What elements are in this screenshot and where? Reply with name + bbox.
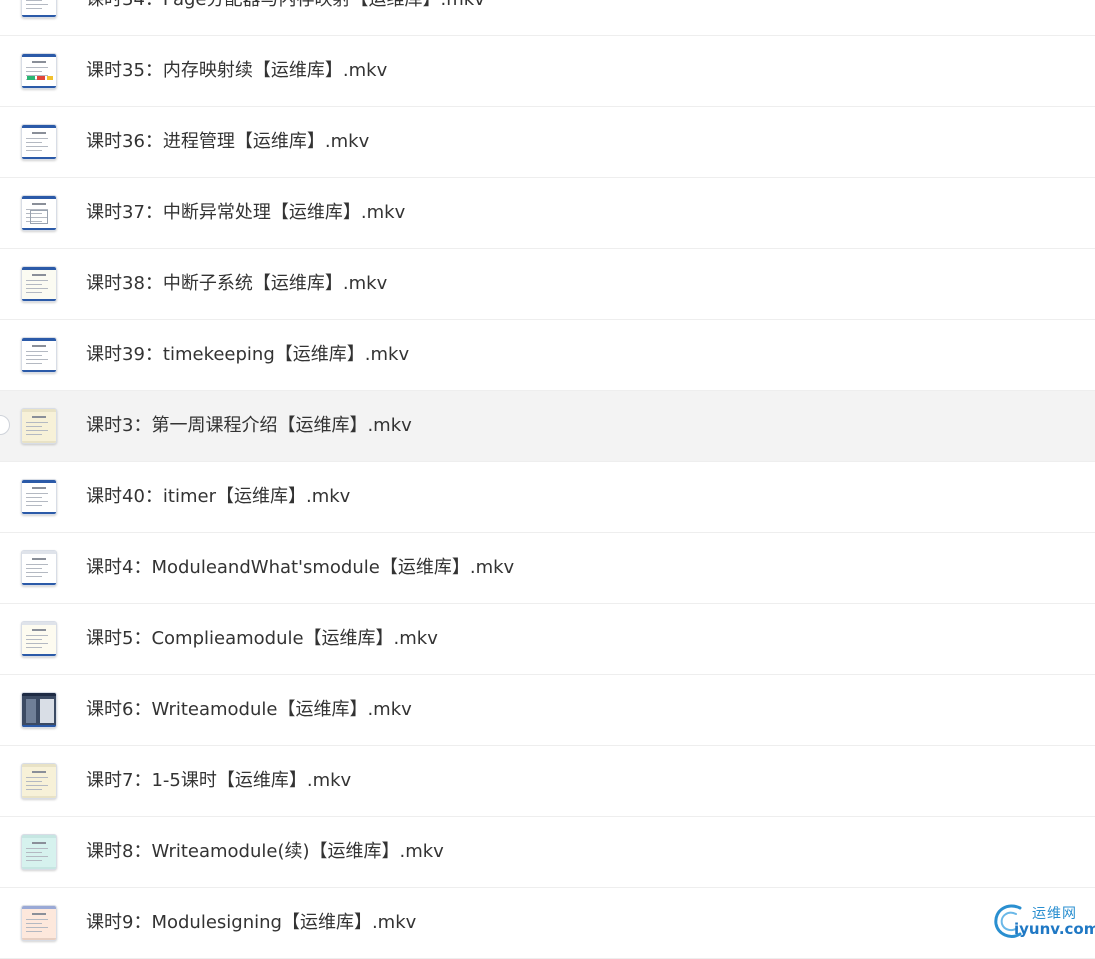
file-name[interactable]: 课时6：Writeamodule【运维库】.mkv bbox=[86, 675, 412, 745]
video-thumbnail-icon bbox=[21, 692, 57, 728]
file-row[interactable]: 课时8：Writeamodule(续)【运维库】.mkv bbox=[0, 817, 1095, 888]
file-name[interactable]: 课时8：Writeamodule(续)【运维库】.mkv bbox=[86, 817, 444, 887]
video-thumbnail-icon bbox=[21, 124, 57, 160]
file-row[interactable]: 课时9：Modulesigning【运维库】.mkv bbox=[0, 888, 1095, 959]
file-row[interactable]: 课时39：timekeeping【运维库】.mkv bbox=[0, 320, 1095, 391]
video-thumbnail-icon bbox=[21, 408, 57, 444]
file-row[interactable]: 课时5：Complieamodule【运维库】.mkv bbox=[0, 604, 1095, 675]
file-row[interactable]: 课时35：内存映射续【运维库】.mkv bbox=[0, 36, 1095, 107]
watermark-logo: 运维网 iyunv.com bbox=[990, 898, 1095, 942]
video-thumbnail-icon bbox=[21, 53, 57, 89]
watermark-en-text: iyunv.com bbox=[1014, 920, 1095, 938]
file-row[interactable]: 课时4：ModuleandWhat'smodule【运维库】.mkv bbox=[0, 533, 1095, 604]
file-name[interactable]: 课时39：timekeeping【运维库】.mkv bbox=[86, 320, 409, 390]
file-name[interactable]: 课时5：Complieamodule【运维库】.mkv bbox=[86, 604, 438, 674]
file-name[interactable]: 课时35：内存映射续【运维库】.mkv bbox=[86, 36, 387, 106]
file-row[interactable]: 课时36：进程管理【运维库】.mkv bbox=[0, 107, 1095, 178]
video-thumbnail-icon bbox=[21, 337, 57, 373]
video-thumbnail-icon bbox=[21, 0, 57, 18]
video-thumbnail-icon bbox=[21, 550, 57, 586]
video-thumbnail-icon bbox=[21, 479, 57, 515]
video-thumbnail-icon bbox=[21, 621, 57, 657]
file-name[interactable]: 课时40：itimer【运维库】.mkv bbox=[86, 462, 350, 532]
video-thumbnail-icon bbox=[21, 763, 57, 799]
video-thumbnail-icon bbox=[21, 905, 57, 941]
file-name[interactable]: 课时38：中断子系统【运维库】.mkv bbox=[86, 249, 387, 319]
file-name[interactable]: 课时36：进程管理【运维库】.mkv bbox=[86, 107, 369, 177]
file-name[interactable]: 课时4：ModuleandWhat'smodule【运维库】.mkv bbox=[86, 533, 514, 603]
file-list: 课时34：Page分配器与内存映射【运维库】.mkv课时35：内存映射续【运维库… bbox=[0, 0, 1095, 959]
file-row[interactable]: 课时3：第一周课程介绍【运维库】.mkv bbox=[0, 391, 1095, 462]
file-row[interactable]: 课时34：Page分配器与内存映射【运维库】.mkv bbox=[0, 0, 1095, 36]
file-row[interactable]: 课时7：1-5课时【运维库】.mkv bbox=[0, 746, 1095, 817]
file-row[interactable]: 课时37：中断异常处理【运维库】.mkv bbox=[0, 178, 1095, 249]
file-name[interactable]: 课时9：Modulesigning【运维库】.mkv bbox=[86, 888, 416, 958]
file-name[interactable]: 课时37：中断异常处理【运维库】.mkv bbox=[86, 178, 405, 248]
video-thumbnail-icon bbox=[21, 834, 57, 870]
file-row[interactable]: 课时38：中断子系统【运维库】.mkv bbox=[0, 249, 1095, 320]
video-thumbnail-icon bbox=[21, 195, 57, 231]
file-name[interactable]: 课时3：第一周课程介绍【运维库】.mkv bbox=[86, 391, 412, 461]
file-row[interactable]: 课时40：itimer【运维库】.mkv bbox=[0, 462, 1095, 533]
file-row[interactable]: 课时6：Writeamodule【运维库】.mkv bbox=[0, 675, 1095, 746]
video-thumbnail-icon bbox=[21, 266, 57, 302]
row-select-checkbox[interactable] bbox=[0, 415, 10, 435]
file-name[interactable]: 课时34：Page分配器与内存映射【运维库】.mkv bbox=[86, 0, 485, 35]
file-name[interactable]: 课时7：1-5课时【运维库】.mkv bbox=[86, 746, 351, 816]
